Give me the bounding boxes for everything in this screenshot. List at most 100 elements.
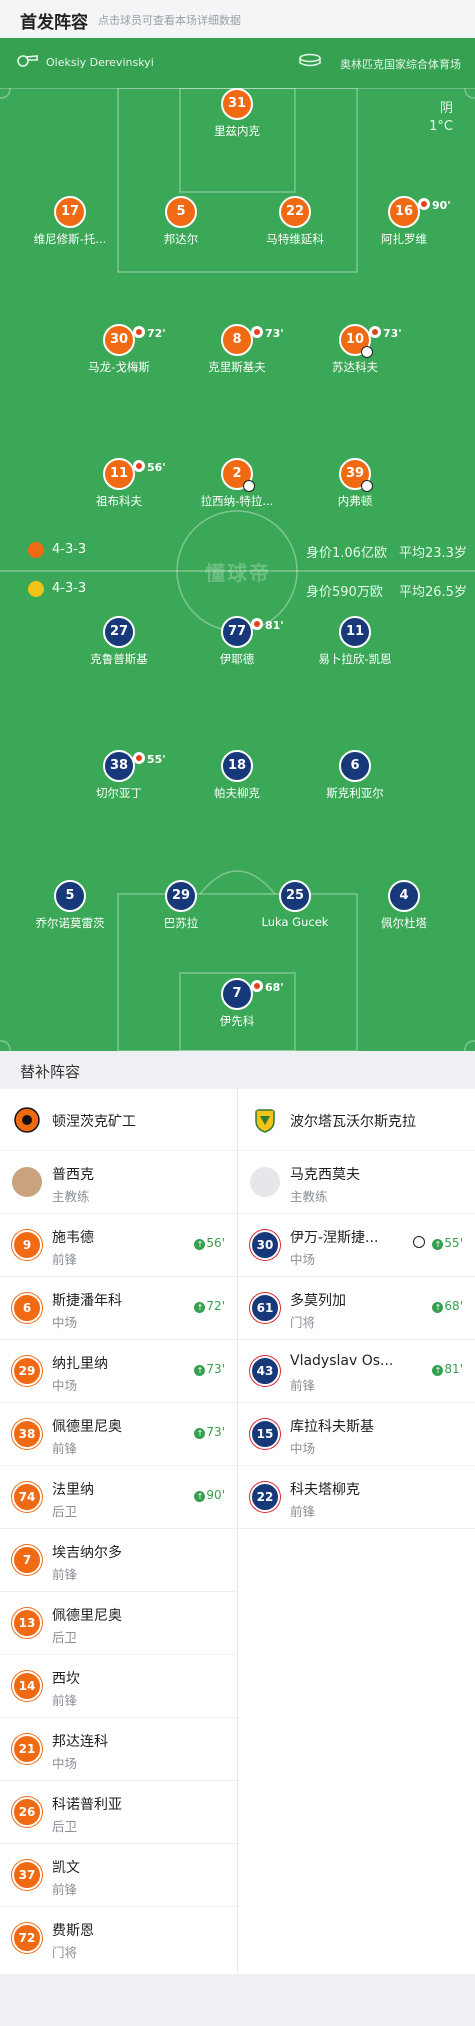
- player-position: 中场: [290, 1441, 316, 1456]
- sub-off-icon: [251, 618, 263, 630]
- player-home-16[interactable]: 16 90' 阿扎罗维: [349, 196, 459, 247]
- lineup-header: 首发阵容 点击球员可查看本场详细数据: [0, 0, 475, 38]
- player-home-5[interactable]: 5 邦达尔: [126, 196, 236, 247]
- bench-player-row[interactable]: 21 邦达连科 中场: [0, 1718, 237, 1781]
- sub-in-time: ↑ 56': [194, 1236, 225, 1250]
- player-away-25[interactable]: 25 Luka Gucek: [240, 880, 350, 929]
- player-name: 法里纳: [52, 1482, 94, 1498]
- player-name: 克里斯基夫: [208, 360, 266, 374]
- player-number: 22: [279, 196, 311, 228]
- bench-player-row[interactable]: 72 费斯恩 门将: [0, 1907, 237, 1970]
- football-icon: [243, 480, 255, 492]
- home-avg-age: 平均23.3岁: [399, 546, 467, 561]
- player-away-4[interactable]: 4 佩尔杜塔: [349, 880, 459, 931]
- player-name: 切尔亚丁: [96, 786, 142, 800]
- player-number: 61: [250, 1293, 280, 1323]
- player-home-11[interactable]: 11 56' 祖布科夫: [64, 458, 174, 509]
- player-name: 苏达科夫: [332, 360, 378, 374]
- football-icon: [413, 1236, 425, 1248]
- venue-name: 奥林匹克国家综合体育场: [340, 58, 461, 71]
- player-name: Vladyslav Os...: [290, 1353, 394, 1369]
- subs-panel: 顿涅茨克矿工 普西克 主教练 9 施韦德 前锋 ↑ 56' 6 斯捷潘年科 中场 …: [0, 1089, 475, 1974]
- home-bench-column: 顿涅茨克矿工 普西克 主教练 9 施韦德 前锋 ↑ 56' 6 斯捷潘年科 中场 …: [0, 1089, 237, 1970]
- bench-player-row[interactable]: 9 施韦德 前锋 ↑ 56': [0, 1214, 237, 1277]
- bench-player-row[interactable]: 38 佩德里尼奥 前锋 ↑ 73': [0, 1403, 237, 1466]
- away-coach-row[interactable]: 马克西莫夫 主教练: [238, 1151, 475, 1214]
- player-name: 巴苏拉: [163, 916, 199, 930]
- sub-minute: 90': [432, 199, 451, 212]
- bench-player-row[interactable]: 43 Vladyslav Os... 前锋 ↑ 81': [238, 1340, 475, 1403]
- player-home-2[interactable]: 2 拉西纳-特拉...: [182, 458, 292, 509]
- page-title: 首发阵容: [20, 13, 88, 33]
- player-name: 易卜拉欣-凯恩: [318, 652, 392, 666]
- bench-player-row[interactable]: 29 纳扎里纳 中场 ↑ 73': [0, 1340, 237, 1403]
- player-away-5[interactable]: 5 乔尔诺莫雷茨: [15, 880, 125, 931]
- player-number: 5: [54, 880, 86, 912]
- player-name: 阿扎罗维: [381, 232, 427, 246]
- player-name: 乔尔诺莫雷茨: [35, 916, 105, 930]
- sub-in-minute: 68': [444, 1299, 463, 1313]
- player-away-38[interactable]: 38 55' 切尔亚丁: [64, 750, 174, 801]
- away-team-summary: 4-3-3 身价590万欧 平均26.5岁: [0, 580, 475, 600]
- home-coach-row[interactable]: 普西克 主教练: [0, 1151, 237, 1214]
- player-name: 马龙-戈梅斯: [88, 360, 150, 374]
- sub-in-minute: 56': [206, 1236, 225, 1250]
- player-number: 30: [250, 1230, 280, 1260]
- bench-player-row[interactable]: 26 科诺普利亚 后卫: [0, 1781, 237, 1844]
- player-name: 斯捷潘年科: [52, 1293, 122, 1309]
- player-number: 2: [221, 458, 255, 492]
- player-number: 38: [12, 1419, 42, 1449]
- bench-player-row[interactable]: 61 多莫列加 门将 ↑ 68': [238, 1277, 475, 1340]
- bench-player-row[interactable]: 37 凯文 前锋: [0, 1844, 237, 1907]
- player-number: 29: [165, 880, 197, 912]
- home-bench-team[interactable]: 顿涅茨克矿工: [0, 1089, 237, 1151]
- player-position: 前锋: [290, 1378, 316, 1393]
- bench-player-row[interactable]: 30 伊万-涅斯捷... 中场 ↑ 55': [238, 1214, 475, 1277]
- player-home-10[interactable]: 10 73' 苏达科夫: [300, 324, 410, 375]
- player-away-6[interactable]: 6 斯克利亚尔: [300, 750, 410, 801]
- home-team-name: 顿涅茨克矿工: [52, 1114, 136, 1130]
- player-home-22[interactable]: 22 马特维延科: [240, 196, 350, 247]
- player-number: 4: [388, 880, 420, 912]
- player-away-77[interactable]: 77 81' 伊耶德: [182, 616, 292, 667]
- coach-avatar: [250, 1167, 280, 1197]
- bench-player-row[interactable]: 6 斯捷潘年科 中场 ↑ 72': [0, 1277, 237, 1340]
- player-number: 6: [12, 1293, 42, 1323]
- player-number: 27: [103, 616, 135, 648]
- player-position: 后卫: [52, 1819, 78, 1834]
- player-home-8[interactable]: 8 73' 克里斯基夫: [182, 324, 292, 375]
- player-number: 25: [279, 880, 311, 912]
- bench-player-row[interactable]: 74 法里纳 后卫 ↑ 90': [0, 1466, 237, 1529]
- player-position: 中场: [52, 1315, 78, 1330]
- sub-off-icon: [133, 460, 145, 472]
- bench-player-row[interactable]: 15 库拉科夫斯基 中场: [238, 1403, 475, 1466]
- sub-off-icon: [133, 326, 145, 338]
- player-name: 多莫列加: [290, 1293, 346, 1309]
- player-home-17[interactable]: 17 维尼修斯-托...: [15, 196, 125, 247]
- player-position: 前锋: [52, 1441, 78, 1456]
- player-number: 26: [12, 1797, 42, 1827]
- bench-player-row[interactable]: 14 西坎 前锋: [0, 1655, 237, 1718]
- player-number: 74: [12, 1482, 42, 1512]
- sub-off-badge: 90': [418, 192, 451, 220]
- sub-off-badge: 81': [251, 612, 284, 640]
- away-bench-team[interactable]: 波尔塔瓦沃尔斯克拉: [238, 1089, 475, 1151]
- bench-player-row[interactable]: 7 埃吉纳尔多 前锋: [0, 1529, 237, 1592]
- sub-in-arrow-icon: ↑: [432, 1302, 444, 1313]
- player-position: 前锋: [290, 1504, 316, 1519]
- player-away-18[interactable]: 18 帕夫柳克: [182, 750, 292, 801]
- player-home-39[interactable]: 39 内弗顿: [300, 458, 410, 509]
- player-name: 里兹内克: [214, 124, 260, 138]
- player-away-7[interactable]: 7 68' 伊先科: [182, 978, 292, 1029]
- player-home-30[interactable]: 30 72' 马龙-戈梅斯: [64, 324, 174, 375]
- sub-off-badge: 73': [251, 320, 284, 348]
- player-position: 中场: [52, 1756, 78, 1771]
- player-name: 伊耶德: [219, 652, 255, 666]
- bench-player-row[interactable]: 13 佩德里尼奥 后卫: [0, 1592, 237, 1655]
- bench-player-row[interactable]: 22 科夫塔柳克 前锋: [238, 1466, 475, 1529]
- player-away-27[interactable]: 27 克鲁普斯基: [64, 616, 174, 667]
- player-away-11[interactable]: 11 易卜拉欣-凯恩: [300, 616, 410, 667]
- player-away-29[interactable]: 29 巴苏拉: [126, 880, 236, 931]
- player-position: 中场: [52, 1378, 78, 1393]
- player-home-31[interactable]: 31 里兹内克: [182, 88, 292, 139]
